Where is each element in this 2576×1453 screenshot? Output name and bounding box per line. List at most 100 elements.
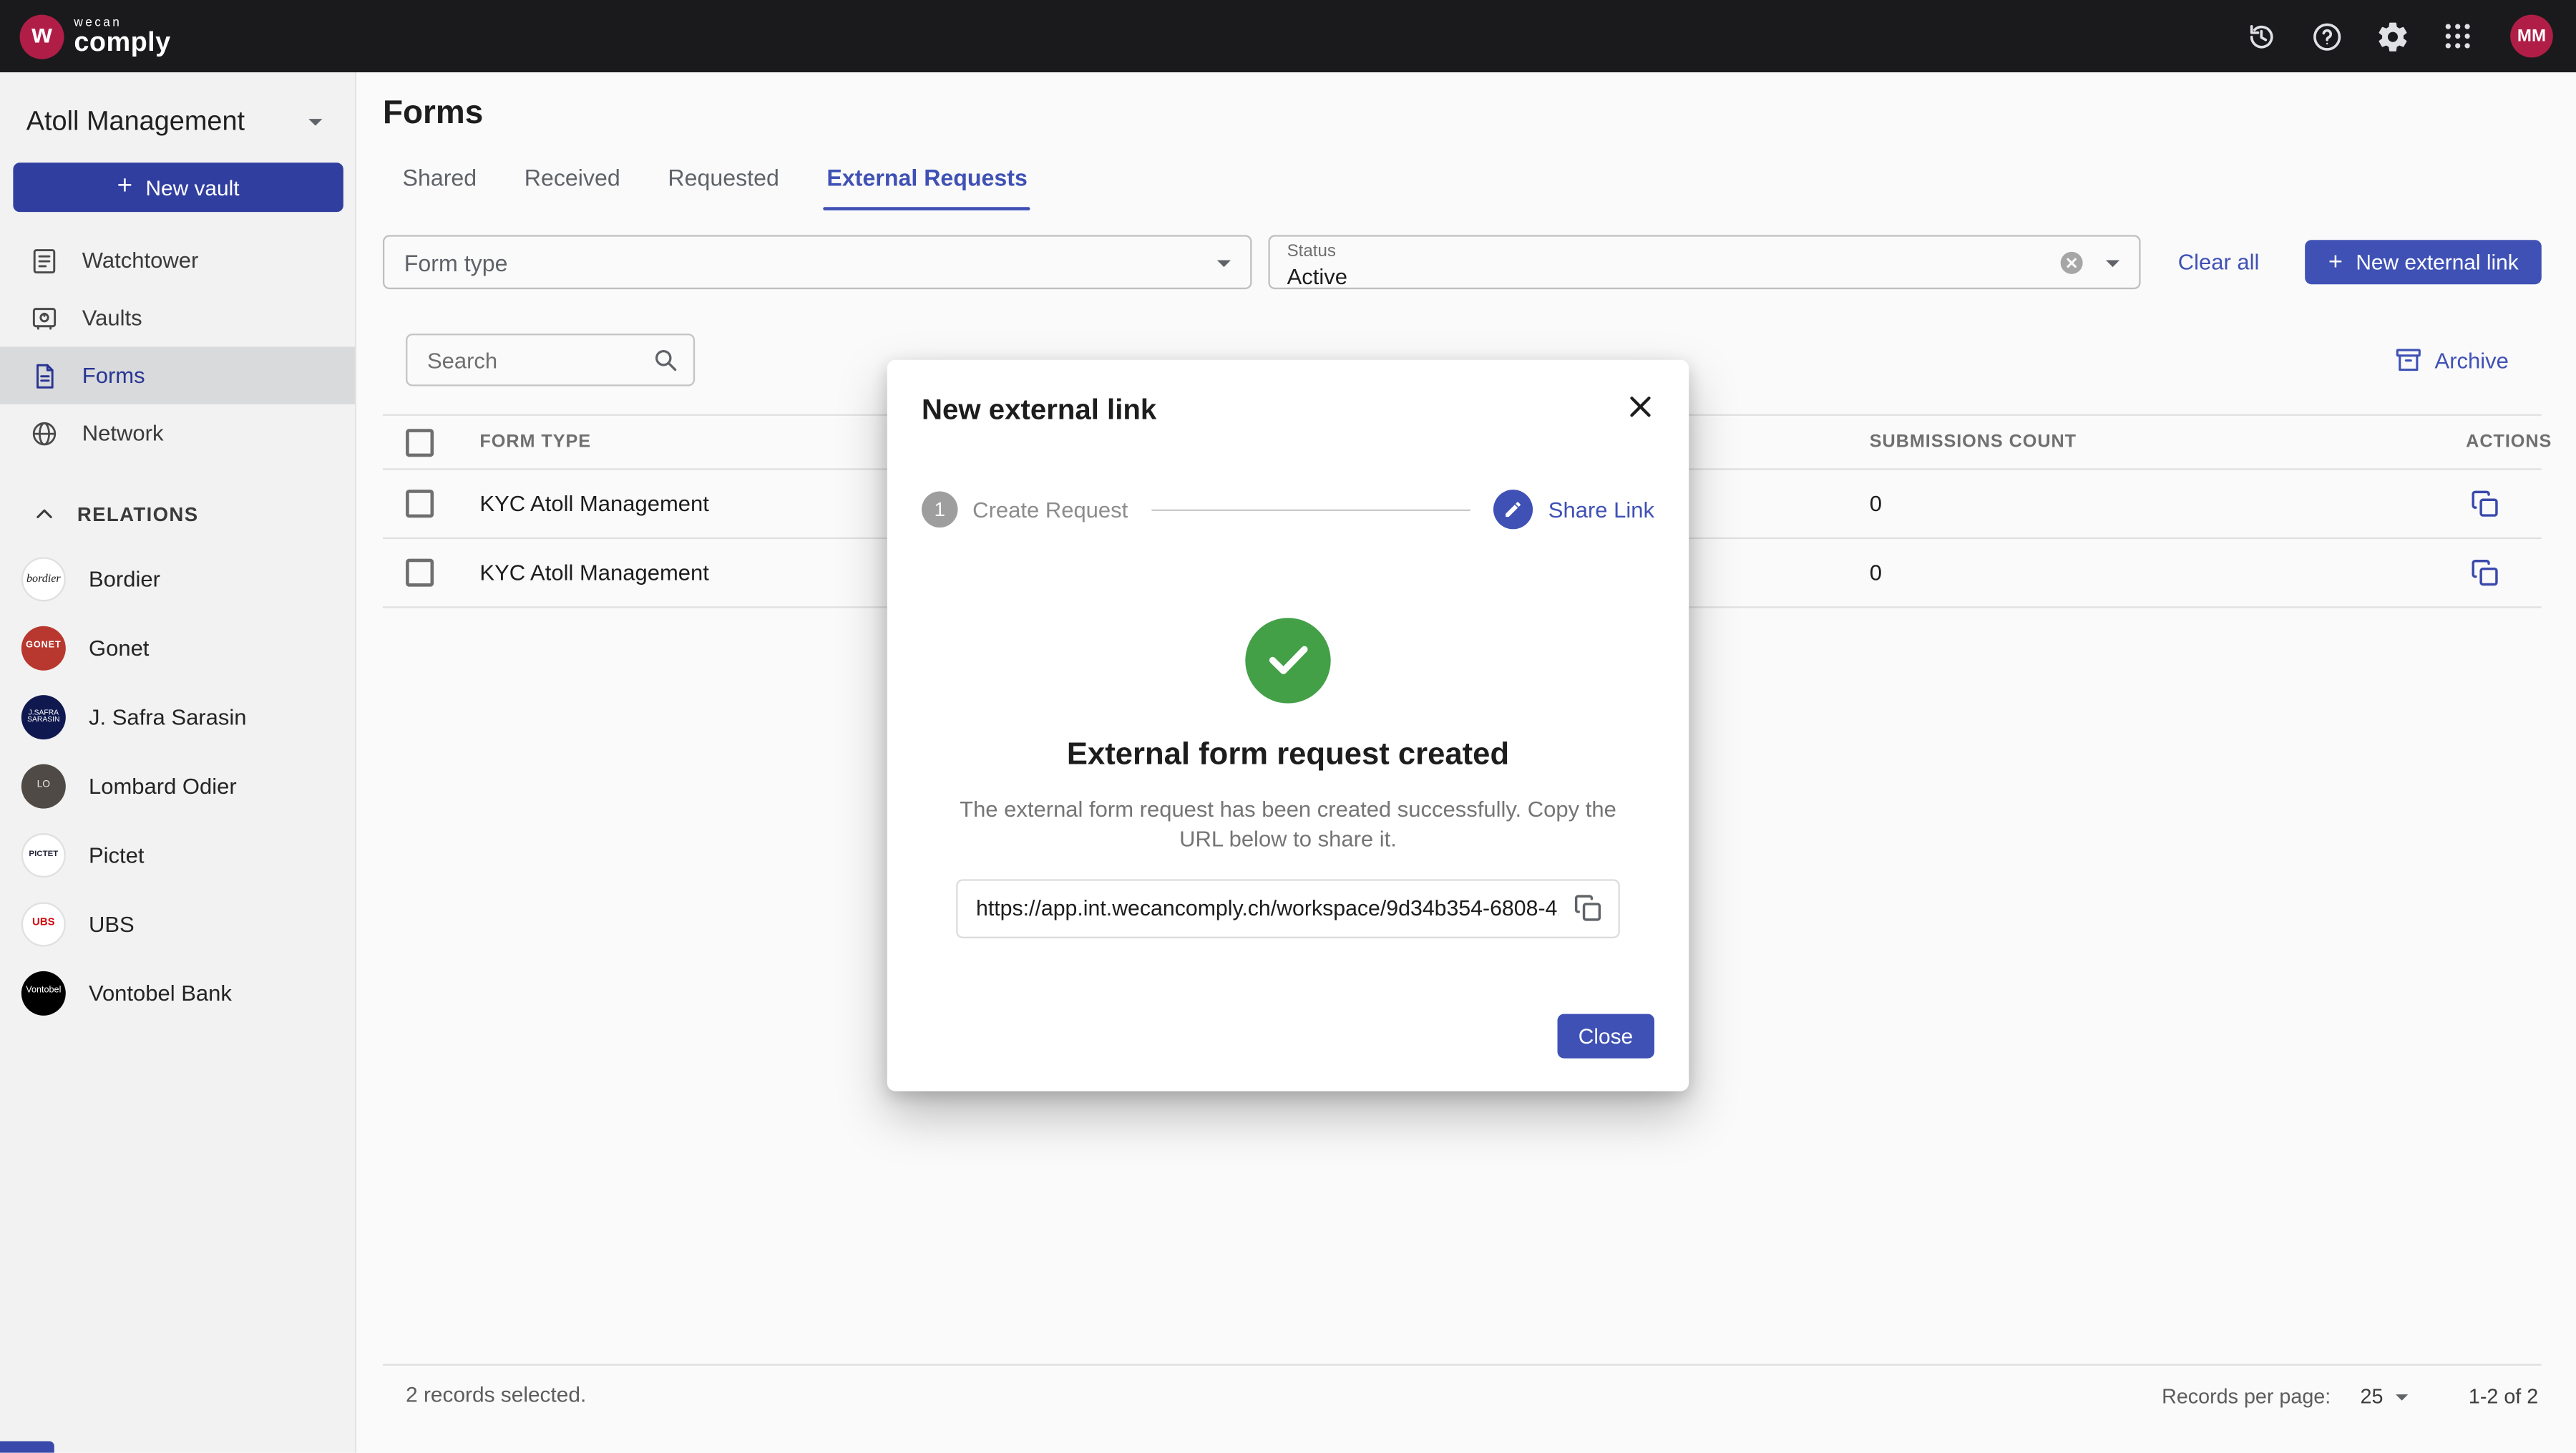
success-check-icon bbox=[1245, 618, 1330, 703]
form-type-placeholder: Form type bbox=[404, 249, 508, 276]
select-all-checkbox[interactable] bbox=[406, 428, 434, 456]
sidebar-item-forms[interactable]: Forms bbox=[0, 346, 355, 404]
copy-link-button[interactable] bbox=[2466, 555, 2502, 591]
bordier-logo: bordier bbox=[21, 556, 66, 601]
tab-shared[interactable]: Shared bbox=[403, 161, 477, 210]
relation-item-gonet[interactable]: GONET Gonet bbox=[0, 613, 355, 681]
share-url-input[interactable] bbox=[956, 878, 1620, 938]
relations-section-toggle[interactable]: RELATIONS bbox=[0, 485, 355, 544]
records-per-page-value: 25 bbox=[2361, 1385, 2384, 1408]
row-checkbox-cell bbox=[383, 490, 460, 517]
column-header-submissions-count: SUBMISSIONS COUNT bbox=[1850, 432, 2426, 452]
history-icon bbox=[2243, 19, 2278, 53]
tab-external-requests[interactable]: External Requests bbox=[826, 161, 1027, 210]
chevron-up-icon bbox=[31, 501, 58, 528]
relation-name: Bordier bbox=[89, 566, 160, 591]
archive-button[interactable]: Archive bbox=[2384, 344, 2518, 376]
wecan-logo-icon: w bbox=[20, 14, 64, 59]
row-checkbox[interactable] bbox=[406, 490, 434, 517]
topbar-actions: MM bbox=[2241, 15, 2553, 58]
tab-received[interactable]: Received bbox=[525, 161, 620, 210]
vault-icon bbox=[29, 303, 59, 333]
step-2-label: Share Link bbox=[1548, 497, 1654, 522]
copy-icon bbox=[2469, 488, 2500, 520]
clear-all-button[interactable]: Clear all bbox=[2168, 248, 2269, 276]
new-vault-label: New vault bbox=[145, 175, 239, 200]
search-icon[interactable] bbox=[650, 345, 680, 374]
copy-link-button[interactable] bbox=[2466, 485, 2502, 522]
copy-icon bbox=[2469, 557, 2500, 588]
pictet-logo: PICTET bbox=[21, 832, 66, 877]
status-select[interactable]: Status Active bbox=[1269, 235, 2140, 289]
watchtower-icon bbox=[29, 246, 59, 275]
records-per-page-label: Records per page: bbox=[2162, 1385, 2331, 1408]
step-1-circle: 1 bbox=[922, 491, 958, 528]
sidebar-item-label: Forms bbox=[82, 363, 145, 387]
chevron-down-icon bbox=[299, 105, 332, 138]
gear-icon bbox=[2375, 19, 2409, 53]
user-avatar[interactable]: MM bbox=[2510, 15, 2553, 58]
relation-name: Pictet bbox=[89, 842, 145, 867]
share-url-field bbox=[956, 878, 1620, 938]
sidebar-item-network[interactable]: Network bbox=[0, 404, 355, 462]
help-icon bbox=[2309, 19, 2343, 53]
history-button[interactable] bbox=[2241, 16, 2280, 56]
relation-item-pictet[interactable]: PICTET Pictet bbox=[0, 820, 355, 889]
copy-icon bbox=[1572, 893, 1609, 924]
column-header-actions: ACTIONS bbox=[2426, 432, 2542, 452]
workspace-selector[interactable]: Atoll Management bbox=[0, 72, 355, 138]
relation-item-bordier[interactable]: bordier Bordier bbox=[0, 544, 355, 613]
brand-logo[interactable]: w wecan comply bbox=[20, 14, 171, 59]
relation-item-vontobel[interactable]: Vontobel Vontobel Bank bbox=[0, 958, 355, 1027]
dropdown-caret-icon bbox=[1208, 246, 1241, 278]
relations-header-label: RELATIONS bbox=[77, 503, 199, 526]
new-external-link-button[interactable]: + New external link bbox=[2306, 240, 2542, 284]
gonet-logo: GONET bbox=[21, 626, 66, 670]
edit-pencil-icon bbox=[1504, 500, 1524, 520]
dropdown-caret-icon bbox=[2096, 246, 2129, 278]
brand-bottom-label: comply bbox=[74, 29, 170, 57]
sidebar-item-watchtower[interactable]: Watchtower bbox=[0, 232, 355, 289]
bottom-left-accent bbox=[0, 1442, 54, 1453]
tab-requested[interactable]: Requested bbox=[668, 161, 779, 210]
new-external-link-dialog: New external link 1 Create Request Share… bbox=[887, 360, 1689, 1092]
relation-name: UBS bbox=[89, 911, 135, 936]
header-checkbox-cell bbox=[383, 428, 460, 456]
sidebar-nav: Watchtower Vaults Forms bbox=[0, 232, 355, 462]
relation-item-jsafra-sarasin[interactable]: J.SAFRA SARASIN J. Safra Sarasin bbox=[0, 682, 355, 751]
row-checkbox-cell bbox=[383, 559, 460, 587]
dialog-title: New external link bbox=[922, 393, 1156, 427]
row-actions-cell bbox=[2426, 485, 2542, 522]
tab-bar: Shared Received Requested External Reque… bbox=[383, 161, 2542, 210]
relation-item-lombard-odier[interactable]: LO Lombard Odier bbox=[0, 751, 355, 820]
records-per-page-select[interactable]: 25 bbox=[2361, 1382, 2416, 1411]
dialog-close-action-button[interactable]: Close bbox=[1557, 1014, 1654, 1059]
new-vault-button[interactable]: + New vault bbox=[13, 162, 343, 212]
share-url-row bbox=[922, 878, 1654, 938]
archive-label: Archive bbox=[2435, 348, 2509, 372]
status-label: Status bbox=[1287, 243, 2139, 263]
ubs-logo: UBS bbox=[21, 901, 66, 946]
selection-status: 2 records selected. bbox=[406, 1382, 586, 1406]
apps-button[interactable] bbox=[2438, 16, 2477, 56]
topbar: w wecan comply bbox=[0, 0, 2576, 72]
dropdown-caret-icon bbox=[2386, 1382, 2416, 1411]
success-message: The external form request has been creat… bbox=[958, 795, 1619, 854]
dialog-stepper: 1 Create Request Share Link bbox=[922, 490, 1654, 529]
row-submissions-count: 0 bbox=[1850, 491, 2426, 515]
copy-url-button[interactable] bbox=[1572, 890, 1609, 927]
relation-name: Lombard Odier bbox=[89, 773, 237, 797]
plus-icon: + bbox=[117, 174, 132, 200]
form-type-select[interactable]: Form type bbox=[383, 235, 1252, 289]
archive-icon bbox=[2394, 345, 2423, 374]
clear-status-icon[interactable] bbox=[2057, 248, 2086, 277]
dialog-close-button[interactable] bbox=[1623, 389, 1657, 424]
help-button[interactable] bbox=[2306, 16, 2346, 56]
row-checkbox[interactable] bbox=[406, 559, 434, 587]
sidebar-item-vaults[interactable]: Vaults bbox=[0, 289, 355, 346]
success-heading: External form request created bbox=[922, 738, 1654, 774]
settings-button[interactable] bbox=[2372, 16, 2411, 56]
relation-item-ubs[interactable]: UBS UBS bbox=[0, 889, 355, 958]
step-1-label: Create Request bbox=[972, 497, 1128, 522]
page-range-label: 1-2 of 2 bbox=[2469, 1385, 2538, 1408]
